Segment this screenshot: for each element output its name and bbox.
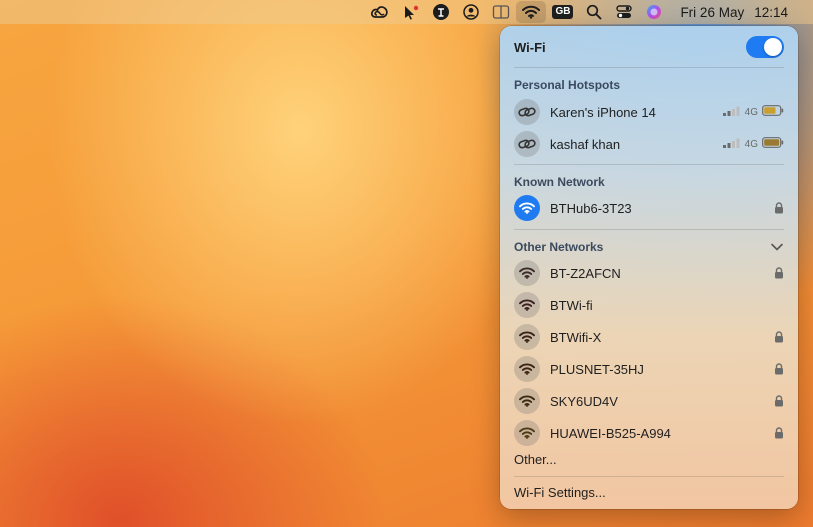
app-status-icon[interactable]	[426, 1, 456, 23]
divider	[514, 67, 784, 68]
creative-cloud-icon[interactable]	[364, 1, 396, 23]
divider	[514, 229, 784, 230]
lock-icon	[774, 427, 784, 439]
personal-hotspots-header: Personal Hotspots	[514, 76, 784, 94]
hotspot-status: 4G	[722, 135, 784, 153]
other-networks-title: Other Networks	[514, 240, 604, 254]
personal-hotspots-title: Personal Hotspots	[514, 78, 621, 92]
wifi-signal-icon	[514, 260, 540, 286]
lock-icon	[774, 267, 784, 279]
wifi-settings-label: Wi-Fi Settings...	[514, 484, 606, 500]
keyboard-badge-label: GB	[552, 5, 574, 19]
known-network-header: Known Network	[514, 173, 784, 191]
network-row[interactable]: HUAWEI-B525-A994	[514, 419, 784, 447]
divider	[514, 476, 784, 477]
cellular-type-label: 4G	[744, 106, 758, 118]
cellular-signal-icon	[722, 135, 741, 153]
clock-time: 12:14	[754, 4, 788, 20]
network-row[interactable]: Karen's iPhone 14 4G	[514, 98, 784, 126]
hotspot-link-icon	[514, 99, 540, 125]
lock-icon	[774, 363, 784, 375]
wifi-signal-icon	[514, 195, 540, 221]
cellular-type-label: 4G	[744, 138, 758, 150]
other-network-label: Other...	[514, 451, 557, 467]
network-row[interactable]: SKY6UD4V	[514, 387, 784, 415]
wifi-title: Wi-Fi	[514, 39, 546, 55]
network-name: BT-Z2AFCN	[550, 265, 621, 281]
wifi-panel: Wi-Fi Personal Hotspots Karen's iPhone 1…	[500, 26, 798, 509]
network-name: BTWi-fi	[550, 297, 593, 313]
hotspot-status: 4G	[722, 103, 784, 121]
user-account-icon[interactable]	[456, 1, 486, 23]
split-view-icon[interactable]	[486, 1, 516, 23]
network-name: BTHub6-3T23	[550, 200, 632, 216]
network-row[interactable]: BT-Z2AFCN	[514, 259, 784, 287]
network-name: HUAWEI-B525-A994	[550, 425, 671, 441]
cellular-signal-icon	[722, 103, 741, 121]
clock-date: Fri 26 May	[680, 4, 745, 20]
battery-icon	[762, 135, 784, 153]
wifi-signal-icon	[514, 292, 540, 318]
menu-bar: GB Fri 26 May 12:14	[0, 0, 813, 24]
pointer-tool-icon[interactable]	[396, 1, 426, 23]
network-name: BTWifi-X	[550, 329, 602, 345]
wifi-signal-icon	[514, 388, 540, 414]
wifi-settings-link[interactable]: Wi-Fi Settings...	[514, 482, 784, 502]
control-center-icon[interactable]	[609, 1, 639, 23]
wifi-header: Wi-Fi	[514, 36, 784, 58]
lock-icon	[774, 202, 784, 214]
network-row[interactable]: BTWi-fi	[514, 291, 784, 319]
lock-icon	[774, 331, 784, 343]
network-name: PLUSNET-35HJ	[550, 361, 644, 377]
known-network-title: Known Network	[514, 175, 605, 189]
wifi-signal-icon	[514, 356, 540, 382]
menu-bar-clock[interactable]: Fri 26 May 12:14	[669, 1, 799, 23]
spotlight-search-icon[interactable]	[579, 1, 609, 23]
chevron-down-icon[interactable]	[770, 242, 784, 252]
siri-icon[interactable]	[639, 1, 669, 23]
wifi-signal-icon	[514, 324, 540, 350]
wifi-menu-icon[interactable]	[516, 1, 547, 23]
wifi-toggle[interactable]	[746, 36, 784, 58]
hotspot-link-icon	[514, 131, 540, 157]
battery-icon	[762, 103, 784, 121]
other-networks-header[interactable]: Other Networks	[514, 238, 784, 256]
network-name: kashaf khan	[550, 136, 621, 152]
network-row[interactable]: kashaf khan 4G	[514, 130, 784, 158]
lock-icon	[774, 395, 784, 407]
keyboard-input-source[interactable]: GB	[546, 1, 579, 23]
divider	[514, 164, 784, 165]
wifi-toggle-knob	[764, 38, 782, 56]
network-row[interactable]: PLUSNET-35HJ	[514, 355, 784, 383]
wifi-signal-icon	[514, 420, 540, 446]
network-name: Karen's iPhone 14	[550, 104, 656, 120]
network-row[interactable]: BTWifi-X	[514, 323, 784, 351]
network-name: SKY6UD4V	[550, 393, 618, 409]
network-row[interactable]: BTHub6-3T23	[514, 194, 784, 222]
other-network-link[interactable]: Other...	[514, 449, 784, 469]
